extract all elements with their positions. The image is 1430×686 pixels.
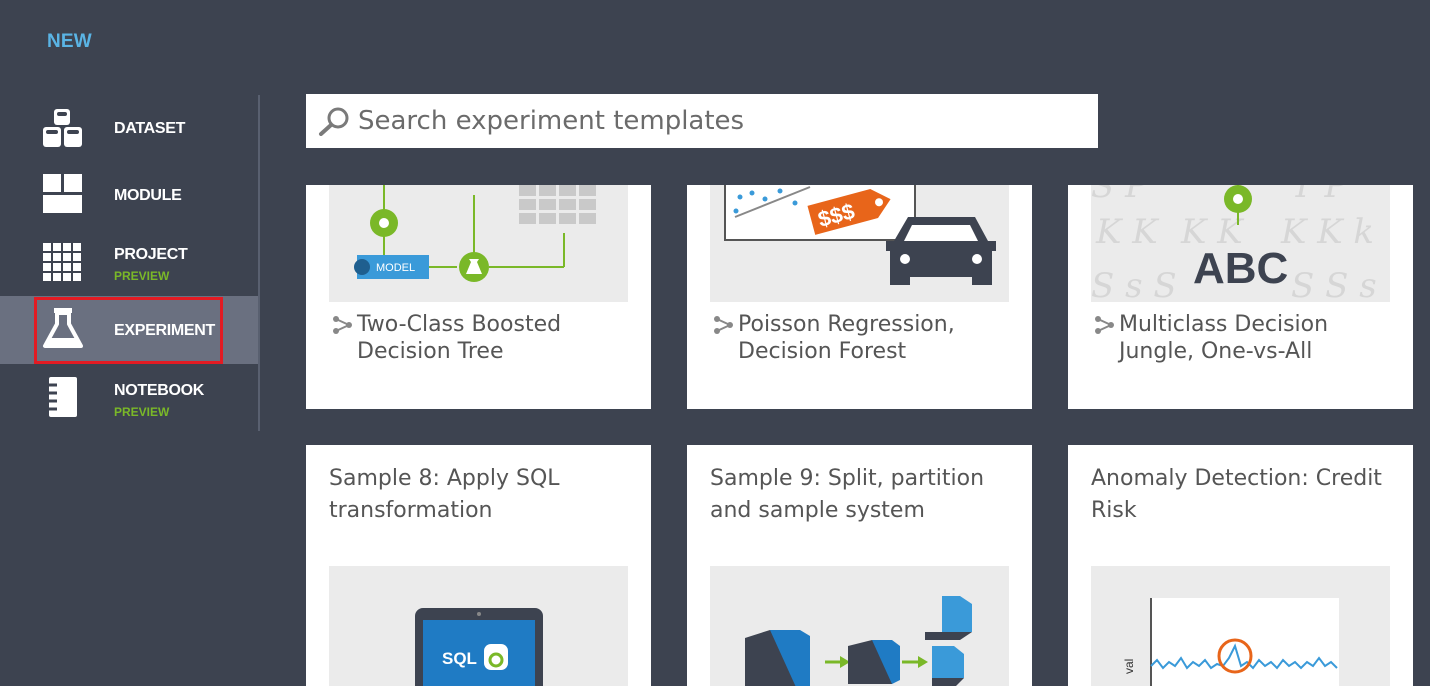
template-card-boosted-tree[interactable]: MODEL Two-Class Boosted Decision Tree bbox=[306, 185, 651, 409]
sidebar: DATASET MODULE PROJECT PREVIEW EXPERIMEN… bbox=[0, 95, 260, 431]
card-thumbnail: S PT P K KK KK K k S s SS S s ABC bbox=[1091, 185, 1390, 302]
card-title: Multiclass Decision Jungle, One-vs-All bbox=[1119, 312, 1329, 364]
card-thumbnail bbox=[710, 566, 1009, 686]
card-title: Anomaly Detection: Credit Risk bbox=[1091, 466, 1382, 523]
page-title: NEW bbox=[47, 31, 92, 52]
search-bar[interactable] bbox=[306, 94, 1098, 148]
card-thumbnail: SQL bbox=[329, 566, 628, 686]
svg-text:S P: S P bbox=[1091, 185, 1149, 206]
project-grid-icon bbox=[43, 243, 81, 281]
sidebar-item-label: PROJECT bbox=[114, 246, 188, 263]
experiment-type-icon bbox=[714, 316, 733, 334]
card-title: Sample 9: Split, partition and sample sy… bbox=[710, 466, 985, 523]
sidebar-item-label: NOTEBOOK bbox=[114, 382, 205, 399]
template-card-multiclass-jungle[interactable]: S PT P K KK KK K k S s SS S s ABC Multic… bbox=[1068, 185, 1413, 409]
card-thumbnail: MODEL bbox=[329, 185, 628, 302]
svg-text:K K k: K K k bbox=[1280, 212, 1374, 252]
search-icon bbox=[319, 107, 349, 136]
sidebar-item-notebook[interactable]: NOTEBOOK PREVIEW bbox=[0, 365, 258, 431]
sidebar-item-dataset[interactable]: DATASET bbox=[0, 95, 258, 161]
sidebar-item-experiment[interactable]: EXPERIMENT bbox=[0, 296, 258, 364]
letters-icon: S PT P K KK KK K k S s SS S s ABC bbox=[1091, 185, 1377, 302]
anomaly-chart-icon: val bbox=[1122, 598, 1339, 686]
dataset-icon bbox=[43, 109, 82, 147]
sidebar-item-project[interactable]: PROJECT PREVIEW bbox=[0, 229, 258, 295]
price-car-icon: $$$ bbox=[724, 185, 996, 285]
workflow-diagram-icon: MODEL bbox=[354, 185, 596, 282]
module-icon bbox=[43, 174, 82, 213]
card-title: Sample 8: Apply SQL transformation bbox=[329, 466, 560, 523]
split-data-icon bbox=[745, 596, 972, 686]
search-input[interactable] bbox=[358, 94, 1078, 148]
preview-badge: PREVIEW bbox=[114, 405, 170, 419]
card-thumbnail: val bbox=[1091, 566, 1390, 686]
preview-badge: PREVIEW bbox=[114, 269, 170, 283]
card-title: Poisson Regression, Decision Forest bbox=[738, 312, 955, 364]
svg-text:S s S: S s S bbox=[1091, 266, 1177, 302]
experiment-type-icon bbox=[333, 316, 352, 334]
axis-label-val: val bbox=[1122, 659, 1136, 674]
template-card-sample-8[interactable]: Sample 8: Apply SQL transformation SQL bbox=[306, 445, 651, 686]
sidebar-item-label: MODULE bbox=[114, 187, 182, 204]
sidebar-item-label: EXPERIMENT bbox=[114, 322, 216, 339]
sql-tablet-icon: SQL bbox=[415, 608, 543, 686]
card-thumbnail: $$$ bbox=[710, 185, 1009, 302]
svg-text:S S s: S S s bbox=[1291, 266, 1377, 302]
template-card-poisson[interactable]: $$$ Poisson Regression, Decision Forest bbox=[687, 185, 1032, 409]
svg-text:K K: K K bbox=[1095, 212, 1160, 252]
template-card-anomaly-detection[interactable]: Anomaly Detection: Credit Risk val bbox=[1068, 445, 1413, 686]
experiment-type-icon bbox=[1095, 316, 1114, 334]
card-title: Two-Class Boosted Decision Tree bbox=[357, 312, 562, 364]
svg-text:T P: T P bbox=[1291, 185, 1348, 206]
sql-label: SQL bbox=[442, 649, 477, 668]
sidebar-item-label: DATASET bbox=[114, 120, 186, 137]
model-label: MODEL bbox=[376, 262, 415, 274]
notebook-icon bbox=[45, 377, 77, 417]
abc-label: ABC bbox=[1193, 244, 1288, 293]
sidebar-item-module[interactable]: MODULE bbox=[0, 162, 258, 228]
flask-icon bbox=[43, 308, 83, 348]
template-card-sample-9[interactable]: Sample 9: Split, partition and sample sy… bbox=[687, 445, 1032, 686]
